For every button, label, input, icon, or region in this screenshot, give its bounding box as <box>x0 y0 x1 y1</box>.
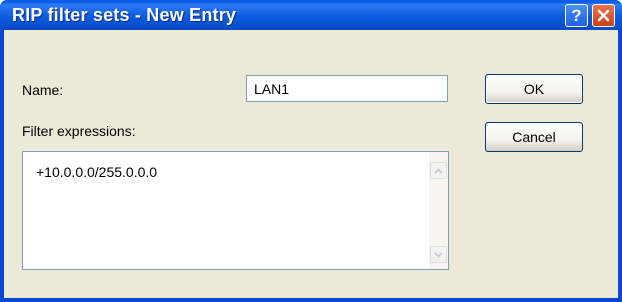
chevron-down-icon <box>434 251 443 258</box>
ok-button[interactable]: OK <box>485 74 583 104</box>
cancel-button[interactable]: Cancel <box>485 122 583 152</box>
window-title: RIP filter sets - New Entry <box>12 5 237 25</box>
filter-expressions-label: Filter expressions: <box>22 123 136 139</box>
close-icon <box>597 9 610 22</box>
scroll-down-button[interactable] <box>430 246 447 263</box>
title-bar[interactable]: RIP filter sets - New Entry ? <box>0 0 622 30</box>
name-label: Name: <box>22 82 64 98</box>
close-button[interactable] <box>592 4 615 27</box>
name-input[interactable]: LAN1 <box>246 75 448 102</box>
vertical-scrollbar[interactable] <box>429 152 448 269</box>
chevron-up-icon <box>434 167 443 174</box>
scroll-up-button[interactable] <box>430 162 447 179</box>
dialog-window: RIP filter sets - New Entry ? Name: LAN1… <box>0 0 622 302</box>
filter-expressions-textarea[interactable]: +10.0.0.0/255.0.0.0 <box>22 151 449 270</box>
question-mark-icon: ? <box>571 6 582 25</box>
filter-expression-text: +10.0.0.0/255.0.0.0 <box>36 164 158 180</box>
help-button[interactable]: ? <box>565 4 588 27</box>
